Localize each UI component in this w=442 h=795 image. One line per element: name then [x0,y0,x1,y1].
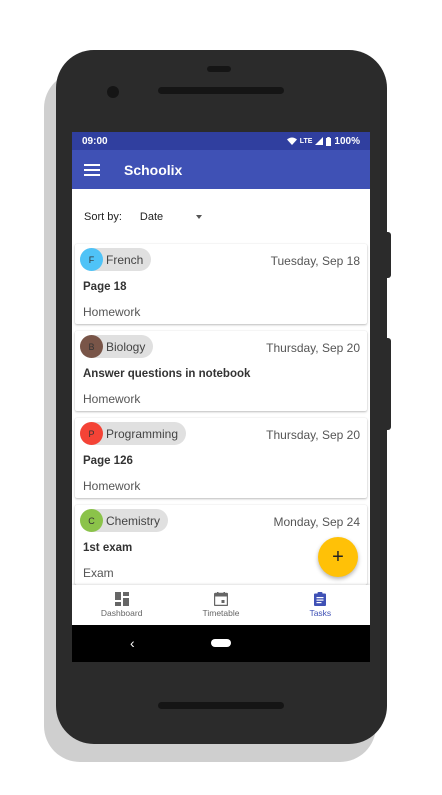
screen: 09:00 LTE 100% Schoolix Sort by: Date F … [72,132,370,662]
nav-dashboard[interactable]: Dashboard [72,585,171,625]
network-type: LTE [299,137,313,145]
due-date: Monday, Sep 24 [273,515,360,529]
volume-button [385,338,391,430]
bottom-navigation: Dashboard Timetable Tasks [72,585,370,625]
due-date: Tuesday, Sep 18 [270,254,360,268]
task-title: Answer questions in notebook [83,368,251,380]
due-date: Thursday, Sep 20 [266,341,360,355]
due-date: Thursday, Sep 20 [266,428,360,442]
front-camera [107,86,119,98]
task-card[interactable]: B Biology Thursday, Sep 20 Answer questi… [75,331,367,411]
battery-level: 100% [334,135,360,147]
earpiece [207,66,231,72]
subject-avatar: B [80,335,103,358]
subject-chip: P Programming [80,422,187,445]
status-bar: 09:00 LTE 100% [72,132,370,150]
subject-chip: C Chemistry [80,509,169,532]
task-type: Homework [83,305,141,319]
hamburger-menu-icon[interactable] [84,163,100,176]
dashboard-icon [114,592,129,606]
phone-frame: 09:00 LTE 100% Schoolix Sort by: Date F … [56,50,391,744]
status-icons: LTE 100% [286,135,360,147]
calendar-icon [213,592,228,606]
task-type: Homework [83,392,141,406]
subject-name: Biology [106,339,146,354]
battery-icon [326,136,332,146]
add-icon: + [332,546,344,568]
nav-timetable[interactable]: Timetable [171,585,270,625]
wifi-icon [286,137,297,145]
task-type: Homework [83,479,141,493]
subject-name: Chemistry [106,513,161,528]
subject-avatar: C [80,509,103,532]
nav-tasks[interactable]: Tasks [271,585,370,625]
clipboard-icon [314,592,327,606]
sort-label: Sort by: [84,210,122,223]
add-task-button[interactable]: + [318,537,358,577]
nav-label: Tasks [309,608,332,618]
subject-avatar: P [80,422,103,445]
subject-name: French [106,252,144,267]
task-title: 1st exam [83,542,133,554]
sort-dropdown[interactable]: Date [140,211,202,223]
power-button [385,232,391,278]
task-card[interactable]: F French Tuesday, Sep 18 Page 18 Homewor… [75,244,367,324]
sort-value: Date [139,210,164,223]
subject-chip: F French [80,248,152,271]
system-navigation-bar: ‹ [72,625,370,662]
app-bar: Schoolix [72,150,370,189]
task-type: Exam [83,566,114,580]
subject-avatar: F [80,248,103,271]
app-title: Schoolix [124,161,183,178]
status-time: 09:00 [82,135,108,147]
signal-icon [315,137,324,145]
home-button[interactable] [211,639,231,647]
subject-chip: B Biology [80,335,154,358]
dropdown-arrow-icon [195,214,202,219]
top-speaker [158,87,284,94]
bottom-speaker [158,702,284,709]
task-title: Page 18 [83,281,127,293]
subject-name: Programming [106,426,179,441]
sort-row: Sort by: Date [72,189,370,244]
nav-label: Timetable [202,608,240,618]
task-title: Page 126 [83,455,133,467]
nav-label: Dashboard [100,608,143,618]
back-icon[interactable]: ‹ [130,635,135,651]
task-card[interactable]: P Programming Thursday, Sep 20 Page 126 … [75,418,367,498]
